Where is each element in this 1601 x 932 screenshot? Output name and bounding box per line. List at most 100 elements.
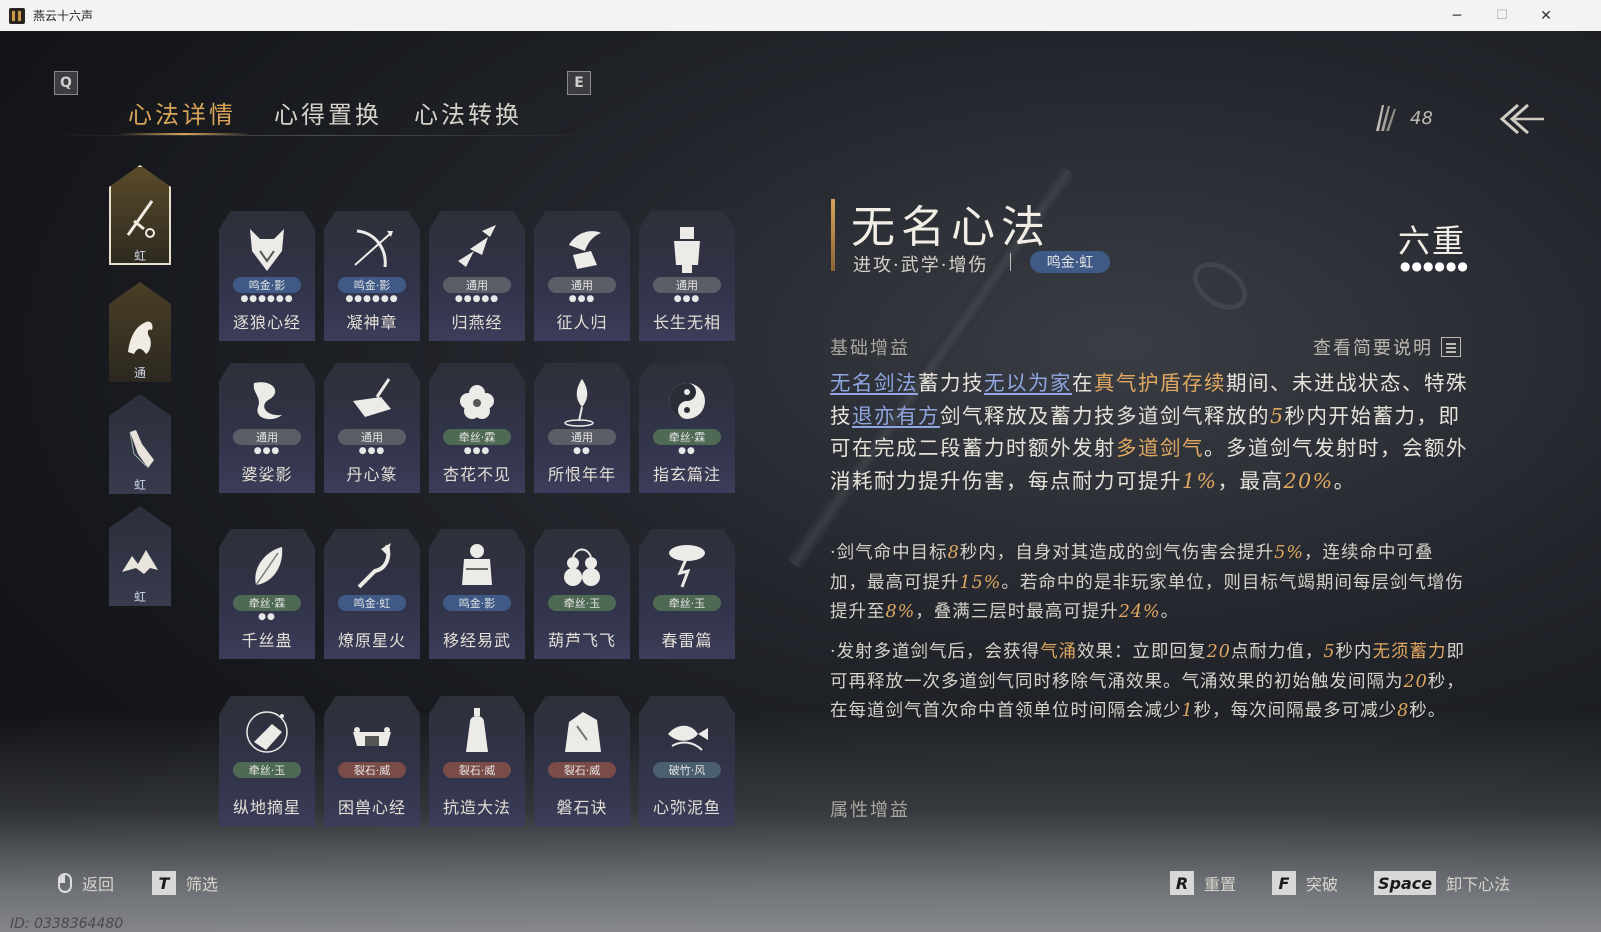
skill-card[interactable]: 牵丝·玉 葫芦飞飞: [534, 529, 630, 659]
skill-rank-dots: ●●●●●●: [1400, 259, 1469, 273]
minimize-button[interactable]: ─: [1434, 0, 1480, 31]
skill-card[interactable]: 通用 ●● 所恨年年: [534, 363, 630, 493]
text-segment: 秒，每次间隔最多可减少: [1193, 701, 1398, 721]
skill-school-tag: 通用: [653, 277, 721, 293]
armor-figure-icon: [674, 227, 700, 273]
value-highlight: 20: [1403, 671, 1428, 692]
skill-card[interactable]: 鸣金·影 ●●●●●● 逐狼心经: [219, 211, 315, 341]
bow-icon: [354, 229, 393, 268]
skill-card[interactable]: 牵丝·霖 ●● 千丝蛊: [219, 529, 315, 659]
skill-school-tag: 牵丝·霖: [233, 595, 301, 611]
skill-school-tag: 牵丝·霖: [443, 429, 511, 445]
brief-explanation-link[interactable]: 查看简要说明: [1313, 334, 1461, 360]
category-mountains-label: 虹: [133, 590, 146, 604]
skill-card[interactable]: 通用 ●●● 婆娑影: [219, 363, 315, 493]
reset-key[interactable]: R: [1170, 871, 1194, 895]
skill-level-dots: ●●●: [568, 294, 596, 304]
skill-level-dots: ●●●: [358, 446, 386, 456]
tab-prev-key[interactable]: Q: [54, 71, 78, 95]
skill-card[interactable]: 通用 ●●● 长生无相: [639, 211, 735, 341]
currency-display: 48: [1372, 103, 1433, 133]
skill-card[interactable]: 牵丝·霖 ●● 指玄篇注: [639, 363, 735, 493]
brief-explanation-label: 查看简要说明: [1313, 338, 1433, 359]
mountains-icon: [122, 550, 158, 574]
fish-icon: [668, 725, 708, 751]
text-segment: 在: [1072, 371, 1094, 395]
category-sword[interactable]: 虹: [109, 165, 171, 265]
skill-school-tag: 鸣金·虹: [338, 595, 406, 611]
tab-insight-swap[interactable]: 心得置换: [274, 95, 382, 130]
bird-hand-icon: [569, 231, 601, 269]
skill-card[interactable]: 牵丝·玉 春雷篇: [639, 529, 735, 659]
tab-skill-details[interactable]: 心法详情: [128, 95, 236, 130]
close-button[interactable]: ✕: [1523, 0, 1569, 31]
value-highlight: 24%: [1118, 602, 1161, 622]
filter-label[interactable]: 筛选: [186, 871, 218, 895]
text-segment: ·发射多道剑气后，会获得: [830, 642, 1041, 662]
apricot-flower-icon: [460, 385, 494, 419]
break-label[interactable]: 突破: [1306, 871, 1338, 895]
tab-skill-convert[interactable]: 心法转换: [414, 95, 522, 130]
skill-link[interactable]: 无名剑法: [830, 371, 918, 395]
section-attribute-bonus: 属性增益: [830, 800, 910, 821]
back-label[interactable]: 返回: [82, 871, 114, 895]
tab-divider: [40, 135, 600, 136]
reset-label[interactable]: 重置: [1204, 871, 1236, 895]
skill-level-dots: ●●●●●: [454, 294, 500, 304]
value-highlight: 20%: [1283, 468, 1334, 493]
skill-card[interactable]: 通用 ●●● 丹心篆: [324, 363, 420, 493]
skill-card[interactable]: 鸣金·影 移经易武: [429, 529, 525, 659]
skill-name: 丹心篆: [346, 465, 398, 484]
skill-description-main: 无名剑法蓄力技无以为家在真气护盾存续期间、未进战状态、特殊技退亦有方剑气释放及蓄…: [830, 367, 1470, 497]
skill-description-stack: ·剑气命中目标8秒内，自身对其造成的剑气伤害会提升5%，连续命中可叠加，最高可提…: [830, 539, 1470, 628]
skill-name: 杏花不见: [442, 465, 511, 484]
tag-separator: [1010, 253, 1011, 271]
skill-link[interactable]: 无以为家: [984, 371, 1072, 395]
skill-name: 征人归: [556, 313, 608, 332]
background-sword-guard: [1183, 252, 1257, 320]
back-arrow-icon[interactable]: [1496, 101, 1546, 137]
game-window: 燕云十六声 ─ ☐ ✕ Q 心法详情 心得置换 心法转换 E 48 虹 通 虹 …: [0, 0, 1601, 932]
text-segment: 秒内，自身对其造成的剑气伤害会提升: [959, 543, 1275, 563]
skill-school-tag: 鸣金·影: [233, 277, 301, 293]
skill-card[interactable]: 牵丝·霖 ●●● 杏花不见: [429, 363, 525, 493]
skill-school-tag: 通用: [338, 429, 406, 445]
text-segment: 剑气释放及蓄力技多道剑气释放的: [940, 403, 1270, 428]
skill-card[interactable]: 通用 ●●● 征人归: [534, 211, 630, 341]
skill-school-tag: 通用: [233, 429, 301, 445]
section-basic-bonus: 基础增益: [830, 338, 910, 359]
skill-card[interactable]: 破竹·风 心弥泥鱼: [639, 696, 735, 826]
unequip-key[interactable]: Space: [1374, 871, 1437, 895]
skill-card[interactable]: 鸣金·影 ●●●●●● 凝神章: [324, 211, 420, 341]
skill-link[interactable]: 退亦有方: [852, 404, 940, 428]
text-segment: 。: [1160, 602, 1180, 622]
skill-name: 心弥泥鱼: [652, 798, 721, 817]
skill-school-tag: 鸣金·影: [338, 277, 406, 293]
text-segment: 。: [1333, 468, 1356, 493]
unequip-label[interactable]: 卸下心法: [1446, 871, 1510, 895]
title-bar: 燕云十六声 ─ ☐ ✕: [0, 0, 1601, 31]
skill-card[interactable]: 牵丝·玉 纵地摘星: [219, 696, 315, 826]
skill-school-tag: 牵丝·玉: [653, 595, 721, 611]
break-key[interactable]: F: [1272, 871, 1297, 895]
list-icon: [1441, 337, 1461, 357]
category-fan[interactable]: 虹: [109, 394, 171, 494]
skill-card[interactable]: 通用 ●●●●● 归燕经: [429, 211, 525, 341]
skill-school-tag: 裂石·威: [548, 762, 616, 778]
maximize-button[interactable]: ☐: [1479, 0, 1525, 31]
category-sword-label: 虹: [133, 249, 146, 263]
tab-next-key[interactable]: E: [567, 71, 591, 95]
category-horse[interactable]: 通: [109, 282, 171, 382]
skill-card[interactable]: 裂石·威 困兽心经: [324, 696, 420, 826]
skill-card[interactable]: 裂石·威 磐石诀: [534, 696, 630, 826]
filter-key[interactable]: T: [152, 871, 177, 895]
fan-hand-icon: [129, 430, 154, 468]
skill-level-dots: ●●●: [463, 446, 491, 456]
spear-icon: [357, 543, 391, 589]
value-highlight: 5: [1323, 642, 1336, 662]
window-title: 燕云十六声: [33, 9, 94, 23]
skill-card[interactable]: 裂石·威 抗造大法: [429, 696, 525, 826]
app-icon: [9, 7, 25, 24]
skill-card[interactable]: 鸣金·虹 燎原星火: [324, 529, 420, 659]
category-mountains[interactable]: 虹: [109, 506, 171, 606]
